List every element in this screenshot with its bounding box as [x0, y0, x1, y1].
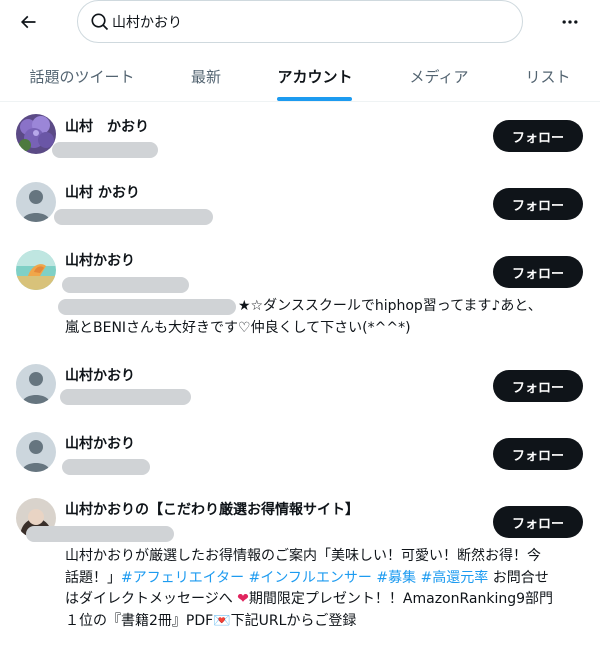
user-bio: 山村かおりが厳選したお得情報のご案内「美味しい！可愛い！断然お得！今 話題！」#…	[65, 546, 585, 632]
search-tabs: 話題のツイート 最新 アカウント メディア リスト	[0, 52, 600, 102]
user-bio-line: ★☆ダンススクールでhiphop習ってます♪あと、	[238, 298, 542, 314]
blurred-handle	[52, 142, 158, 158]
bio-text: お問合せ	[488, 569, 549, 586]
love-letter-icon: 💌	[213, 612, 231, 629]
user-cell[interactable]: 山村 かおり フォロー	[0, 102, 600, 168]
user-cell[interactable]: 山村かおりの【こだわり厳選お得情報サイト】 フォロー 山村かおりが厳選したお得情…	[0, 487, 600, 647]
follow-button[interactable]: フォロー	[493, 438, 583, 470]
follow-button[interactable]: フォロー	[493, 120, 583, 152]
user-name[interactable]: 山村かおりの【こだわり厳選お得情報サイト】	[65, 499, 359, 519]
bio-text: はダイレクトメッセージへ	[65, 591, 238, 607]
follow-button[interactable]: フォロー	[493, 370, 583, 402]
default-avatar-icon	[16, 364, 56, 404]
default-avatar-icon	[16, 432, 56, 472]
user-name[interactable]: 山村 かおり	[65, 116, 149, 136]
tab-people-label: アカウント	[277, 68, 353, 86]
follow-button[interactable]: フォロー	[493, 506, 583, 538]
hashtag-link[interactable]: #高還元率	[421, 570, 489, 586]
more-button[interactable]	[556, 8, 584, 36]
user-cell[interactable]: 山村かおり フォロー	[0, 353, 600, 421]
bio-text: 下記URLからご登録	[230, 612, 357, 629]
avatar[interactable]	[16, 182, 56, 222]
hydrangea-avatar-image	[16, 114, 56, 154]
beach-avatar-image	[16, 250, 56, 290]
hashtag-link[interactable]: #募集	[376, 570, 416, 586]
user-bio-line: 話題！」#アフェリエイター #インフルエンサー #募集 #高還元率 お問合せ	[65, 568, 585, 590]
follow-button[interactable]: フォロー	[493, 188, 583, 220]
tab-top[interactable]: 話題のツイート	[14, 52, 150, 101]
user-cell[interactable]: 山村かおり フォロー ★☆ダンススクールでhiphop習ってます♪あと、 嵐とB…	[0, 236, 600, 353]
blurred-handle	[60, 389, 191, 405]
follow-button[interactable]: フォロー	[493, 256, 583, 288]
search-header	[0, 0, 600, 44]
blurred-handle	[54, 209, 213, 225]
search-icon	[91, 13, 109, 31]
tab-lists[interactable]: リスト	[510, 52, 586, 101]
user-cell[interactable]: 山村かおり フォロー	[0, 421, 600, 487]
blurred-handle	[26, 526, 174, 542]
blurred-handle	[62, 459, 150, 475]
user-cell[interactable]: 山村 かおり フォロー	[0, 168, 600, 236]
user-bio-line: 山村かおりが厳選したお得情報のご案内「美味しい！可愛い！断然お得！今	[65, 548, 541, 564]
user-name[interactable]: 山村 かおり	[65, 182, 140, 202]
blurred-bio-start	[58, 299, 236, 315]
tab-people[interactable]: アカウント	[262, 52, 368, 101]
user-bio-line: はダイレクトメッセージへ ❤期間限定プレゼント！！AmazonRanking9部…	[65, 589, 585, 611]
user-bio-line: １位の『書籍2冊』PDF💌下記URLからご登録	[65, 611, 585, 633]
bio-text: １位の『書籍2冊』PDF	[65, 612, 214, 629]
tab-media[interactable]: メディア	[396, 52, 482, 101]
user-name[interactable]: 山村かおり	[65, 250, 135, 270]
more-horizontal-icon	[562, 20, 578, 24]
search-input[interactable]	[112, 7, 502, 37]
search-bar	[77, 0, 523, 43]
blurred-handle	[62, 277, 189, 293]
bio-text: 期間限定プレゼント！！AmazonRanking9部門	[248, 591, 554, 607]
back-button[interactable]	[14, 8, 42, 36]
active-tab-indicator	[277, 97, 352, 101]
user-bio-line: 嵐とBENIさんも大好きです♡仲良くして下さい(*^^*)	[65, 320, 411, 336]
user-name[interactable]: 山村かおり	[65, 433, 135, 453]
hashtag-link[interactable]: #インフルエンサー	[249, 570, 372, 586]
default-avatar-icon	[16, 182, 56, 222]
arrow-left-icon	[20, 15, 36, 29]
tab-latest[interactable]: 最新	[176, 52, 236, 101]
avatar[interactable]	[16, 114, 56, 154]
heart-icon: ❤	[237, 591, 249, 607]
hashtag-link[interactable]: #アフェリエイター	[121, 570, 244, 586]
avatar[interactable]	[16, 432, 56, 472]
avatar[interactable]	[16, 364, 56, 404]
bio-text: 話題！」	[65, 569, 121, 586]
user-name[interactable]: 山村かおり	[65, 365, 135, 385]
avatar[interactable]	[16, 250, 56, 290]
